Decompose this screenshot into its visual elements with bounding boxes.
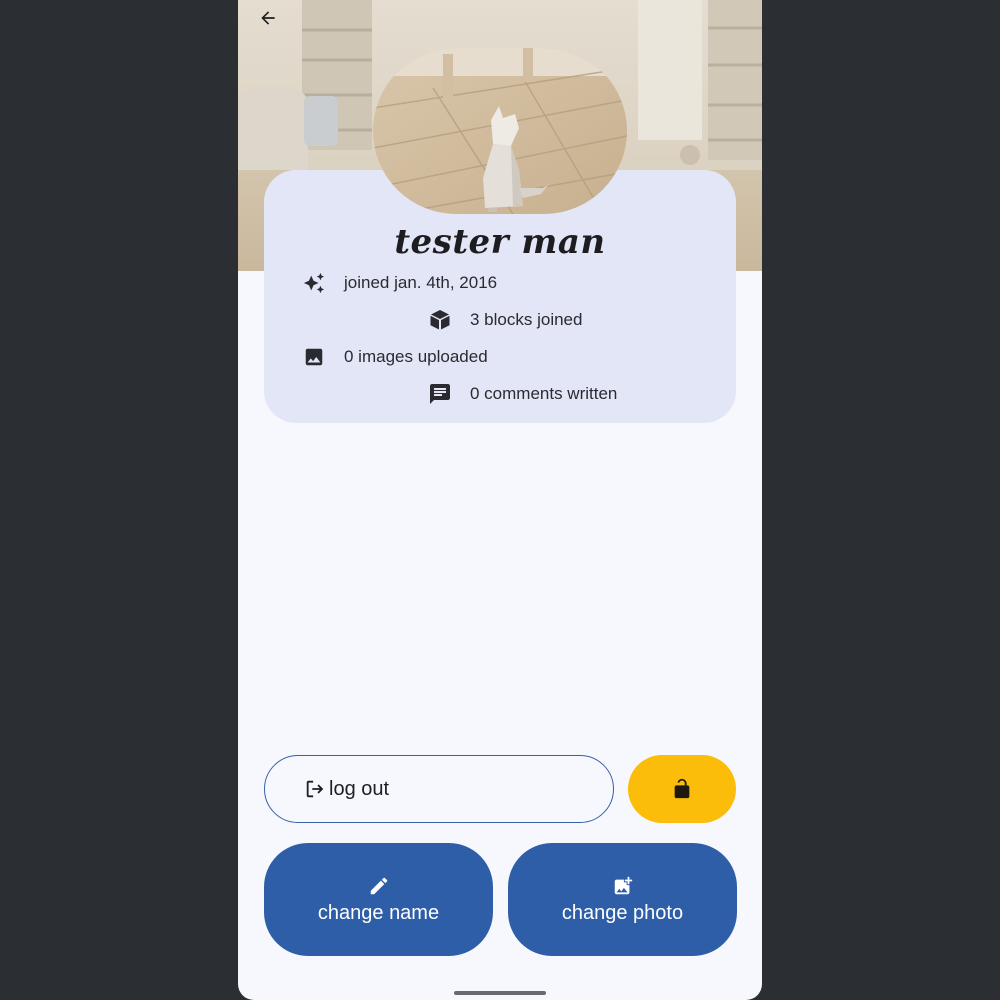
avatar-image bbox=[373, 48, 627, 214]
home-indicator[interactable] bbox=[454, 991, 546, 995]
add-photo-icon bbox=[611, 874, 635, 898]
image-icon bbox=[302, 345, 326, 369]
stat-comments: 0 comments written bbox=[428, 382, 617, 406]
change-name-button[interactable]: change name bbox=[264, 843, 493, 956]
stat-blocks: 3 blocks joined bbox=[428, 308, 582, 332]
pencil-icon bbox=[367, 874, 391, 898]
stat-joined-label: joined jan. 4th, 2016 bbox=[344, 273, 498, 292]
comment-icon bbox=[428, 382, 452, 406]
profile-screen: tester man joined jan. 4th, 2016 3 block… bbox=[238, 0, 762, 1000]
change-photo-button[interactable]: change photo bbox=[508, 843, 737, 956]
logout-label: log out bbox=[329, 777, 390, 800]
stat-images: 0 images uploaded bbox=[302, 345, 488, 369]
profile-name: tester man bbox=[394, 222, 606, 262]
stat-joined: joined jan. 4th, 2016 bbox=[302, 271, 497, 295]
logout-button[interactable]: log out bbox=[264, 755, 614, 823]
avatar[interactable] bbox=[373, 48, 627, 214]
stat-blocks-label: 3 blocks joined bbox=[470, 310, 583, 329]
logout-icon bbox=[303, 777, 327, 801]
lock-open-icon bbox=[674, 778, 690, 799]
lock-button[interactable] bbox=[628, 755, 736, 823]
stat-images-label: 0 images uploaded bbox=[344, 347, 488, 366]
change-photo-label: change photo bbox=[561, 902, 684, 924]
back-button[interactable] bbox=[256, 6, 280, 30]
sparkle-icon bbox=[302, 271, 326, 295]
cube-icon bbox=[428, 308, 452, 332]
change-name-label: change name bbox=[317, 902, 440, 924]
arrow-left-icon bbox=[261, 11, 275, 25]
stat-comments-label: 0 comments written bbox=[470, 384, 618, 403]
